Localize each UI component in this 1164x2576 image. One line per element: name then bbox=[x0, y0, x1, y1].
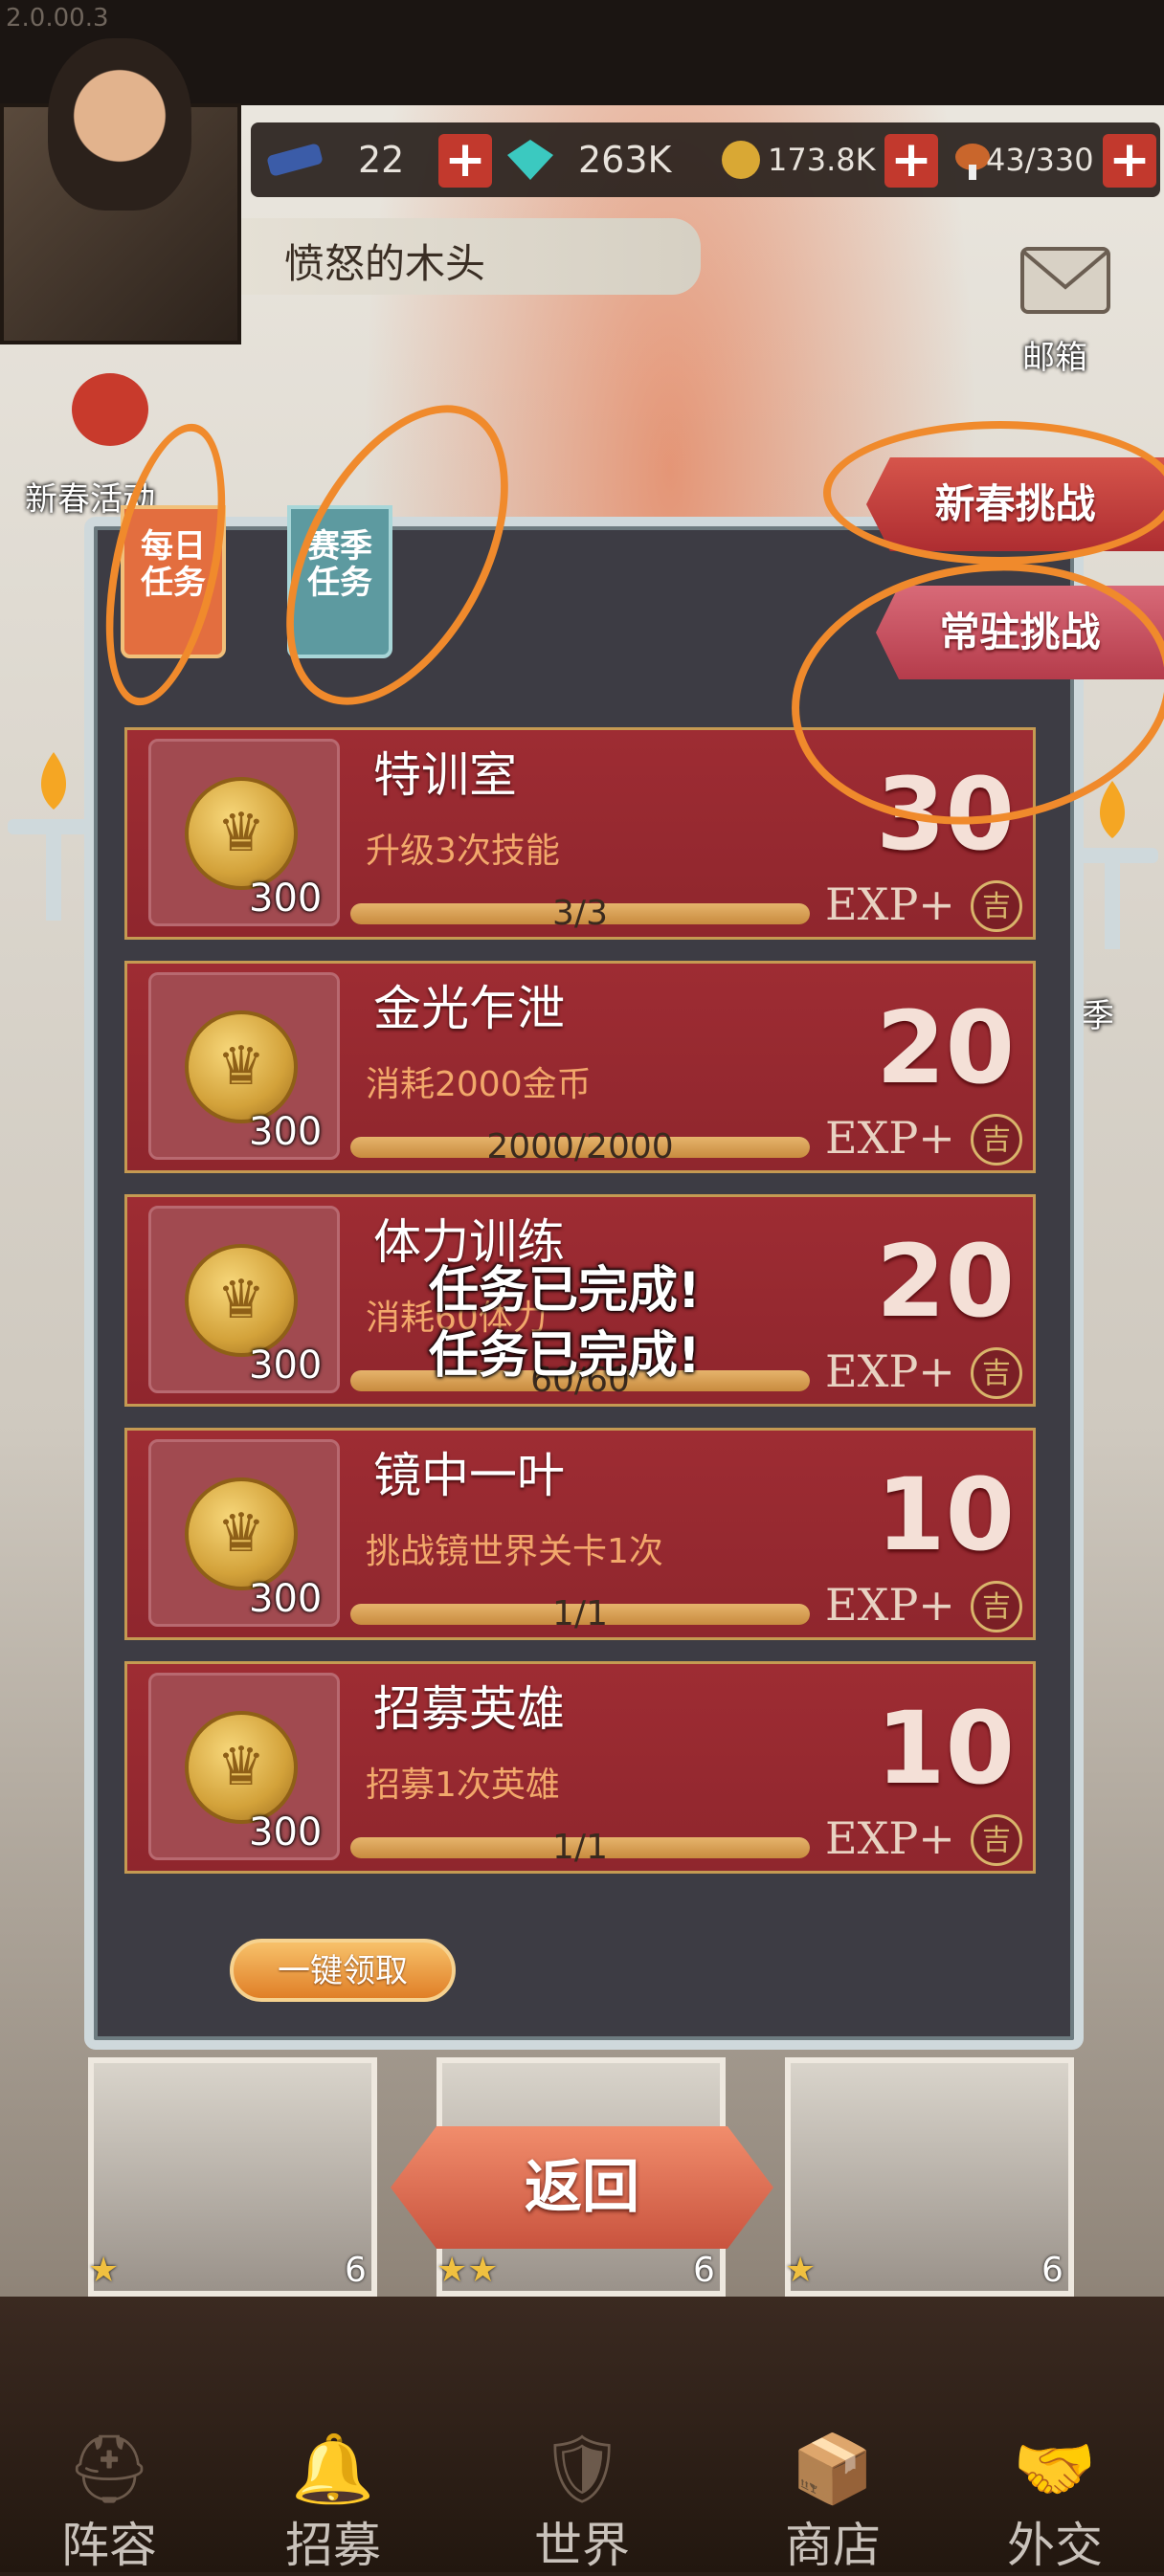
nav-lineup[interactable]: ⛑ 阵容 bbox=[23, 2430, 195, 2573]
crown-coin-icon: ♛ bbox=[185, 1010, 298, 1123]
player-name: 愤怒的木头 bbox=[284, 240, 486, 287]
task-name: 镜中一叶 bbox=[373, 1448, 565, 1503]
diamond-icon bbox=[500, 136, 561, 184]
reward-count: 300 bbox=[249, 877, 323, 921]
nav-diplomacy[interactable]: 🤝 外交 bbox=[969, 2430, 1141, 2573]
reward-count: 300 bbox=[249, 1110, 323, 1154]
crown-icon: ♛ bbox=[216, 1035, 266, 1098]
shield-icon: 🛡 bbox=[539, 2430, 625, 2508]
mail-icon bbox=[1020, 247, 1110, 314]
progress-text: 3/3 bbox=[552, 894, 608, 933]
gold-count: 173.8K bbox=[768, 142, 876, 178]
hero-card-1[interactable] bbox=[88, 2057, 377, 2297]
add-stamina-button[interactable]: + bbox=[1103, 134, 1156, 188]
nav-world-label: 世界 bbox=[534, 2518, 630, 2573]
exp-label: EXP+ bbox=[825, 1112, 955, 1164]
season-side-label: 季 bbox=[1082, 997, 1114, 1035]
stamina-count: 43/330 bbox=[986, 142, 1094, 178]
annotation-circle-new-year bbox=[823, 421, 1164, 565]
mail-label: 邮箱 bbox=[1022, 339, 1087, 377]
nav-shop-label: 商店 bbox=[785, 2518, 881, 2573]
progress-text: 1/1 bbox=[552, 1828, 608, 1867]
exp-label: EXP+ bbox=[825, 878, 955, 930]
crown-coin-icon: ♛ bbox=[185, 777, 298, 890]
task-complete-toast: 任务已完成! bbox=[429, 1262, 701, 1320]
exp-value: 20 bbox=[876, 1223, 1015, 1340]
crate-icon: 📦 bbox=[791, 2430, 875, 2508]
crystal-icon bbox=[264, 136, 325, 184]
task-name: 招募英雄 bbox=[373, 1681, 565, 1737]
nav-world[interactable]: 🛡 世界 bbox=[496, 2430, 668, 2573]
add-crystal-button[interactable]: + bbox=[438, 134, 492, 188]
exp-label: EXP+ bbox=[825, 1345, 955, 1397]
crown-icon: ♛ bbox=[216, 802, 266, 864]
hero-card-3-cost: 6 bbox=[1041, 2251, 1063, 2290]
bell-icon: 🔔 bbox=[291, 2430, 375, 2508]
crown-icon: ♛ bbox=[216, 1502, 266, 1565]
nav-recruit[interactable]: 🔔 招募 bbox=[247, 2430, 419, 2573]
hero-card-1-stars: ★ bbox=[88, 2251, 120, 2290]
version-label: 2.0.00.3 bbox=[6, 4, 109, 33]
exp-value: 10 bbox=[876, 1456, 1015, 1573]
reward-count: 300 bbox=[249, 1344, 323, 1388]
luck-badge: 吉 bbox=[971, 880, 1022, 932]
reward-count: 300 bbox=[249, 1810, 323, 1854]
task-description: 挑战镜世界关卡1次 bbox=[366, 1532, 663, 1571]
exp-label: EXP+ bbox=[825, 1579, 955, 1631]
luck-badge: 吉 bbox=[971, 1114, 1022, 1166]
exp-label: EXP+ bbox=[825, 1812, 955, 1864]
nav-diplomacy-label: 外交 bbox=[1007, 2518, 1103, 2573]
hero-card-1-cost: 6 bbox=[345, 2251, 367, 2290]
reward-count: 300 bbox=[249, 1577, 323, 1621]
crown-icon: ♛ bbox=[216, 1736, 266, 1798]
progress-text: 1/1 bbox=[552, 1594, 608, 1633]
exp-value: 20 bbox=[876, 989, 1015, 1106]
crown-coin-icon: ♛ bbox=[185, 1244, 298, 1357]
exp-value: 10 bbox=[876, 1690, 1015, 1807]
avatar-portrait bbox=[48, 38, 191, 211]
player-name-plate: 愤怒的木头 bbox=[241, 218, 701, 295]
nav-recruit-label: 招募 bbox=[285, 2518, 381, 2573]
helmet-icon: ⛑ bbox=[66, 2430, 152, 2508]
task-description: 消耗2000金币 bbox=[366, 1065, 592, 1104]
lantern-icon[interactable] bbox=[57, 362, 163, 457]
task-complete-toast: 任务已完成! bbox=[429, 1327, 701, 1385]
task-description: 升级3次技能 bbox=[366, 832, 560, 871]
task-description: 招募1次英雄 bbox=[366, 1765, 560, 1805]
add-gold-button[interactable]: + bbox=[884, 134, 938, 188]
crown-coin-icon: ♛ bbox=[185, 1477, 298, 1590]
hero-card-3[interactable] bbox=[785, 2057, 1074, 2297]
nav-lineup-label: 阵容 bbox=[61, 2518, 157, 2573]
luck-badge: 吉 bbox=[971, 1581, 1022, 1632]
back-button[interactable]: 返回 bbox=[391, 2126, 773, 2249]
task-name: 特训室 bbox=[373, 747, 517, 803]
mail-button[interactable] bbox=[1013, 230, 1118, 325]
luck-badge: 吉 bbox=[971, 1347, 1022, 1399]
handshake-icon: 🤝 bbox=[1013, 2430, 1097, 2508]
diamond-count: 263K bbox=[578, 139, 672, 181]
hero-card-2-stars: ★★ bbox=[436, 2251, 499, 2290]
crystal-count: 22 bbox=[358, 139, 405, 181]
claim-all-button[interactable]: 一键领取 bbox=[230, 1939, 456, 2002]
task-name: 金光乍泄 bbox=[373, 981, 565, 1036]
crown-coin-icon: ♛ bbox=[185, 1711, 298, 1824]
luck-badge: 吉 bbox=[971, 1814, 1022, 1866]
nav-shop[interactable]: 📦 商店 bbox=[747, 2430, 919, 2573]
hero-card-2-cost: 6 bbox=[693, 2251, 715, 2290]
hero-card-3-stars: ★ bbox=[785, 2251, 817, 2290]
progress-text: 2000/2000 bbox=[486, 1127, 674, 1166]
crown-icon: ♛ bbox=[216, 1269, 266, 1331]
